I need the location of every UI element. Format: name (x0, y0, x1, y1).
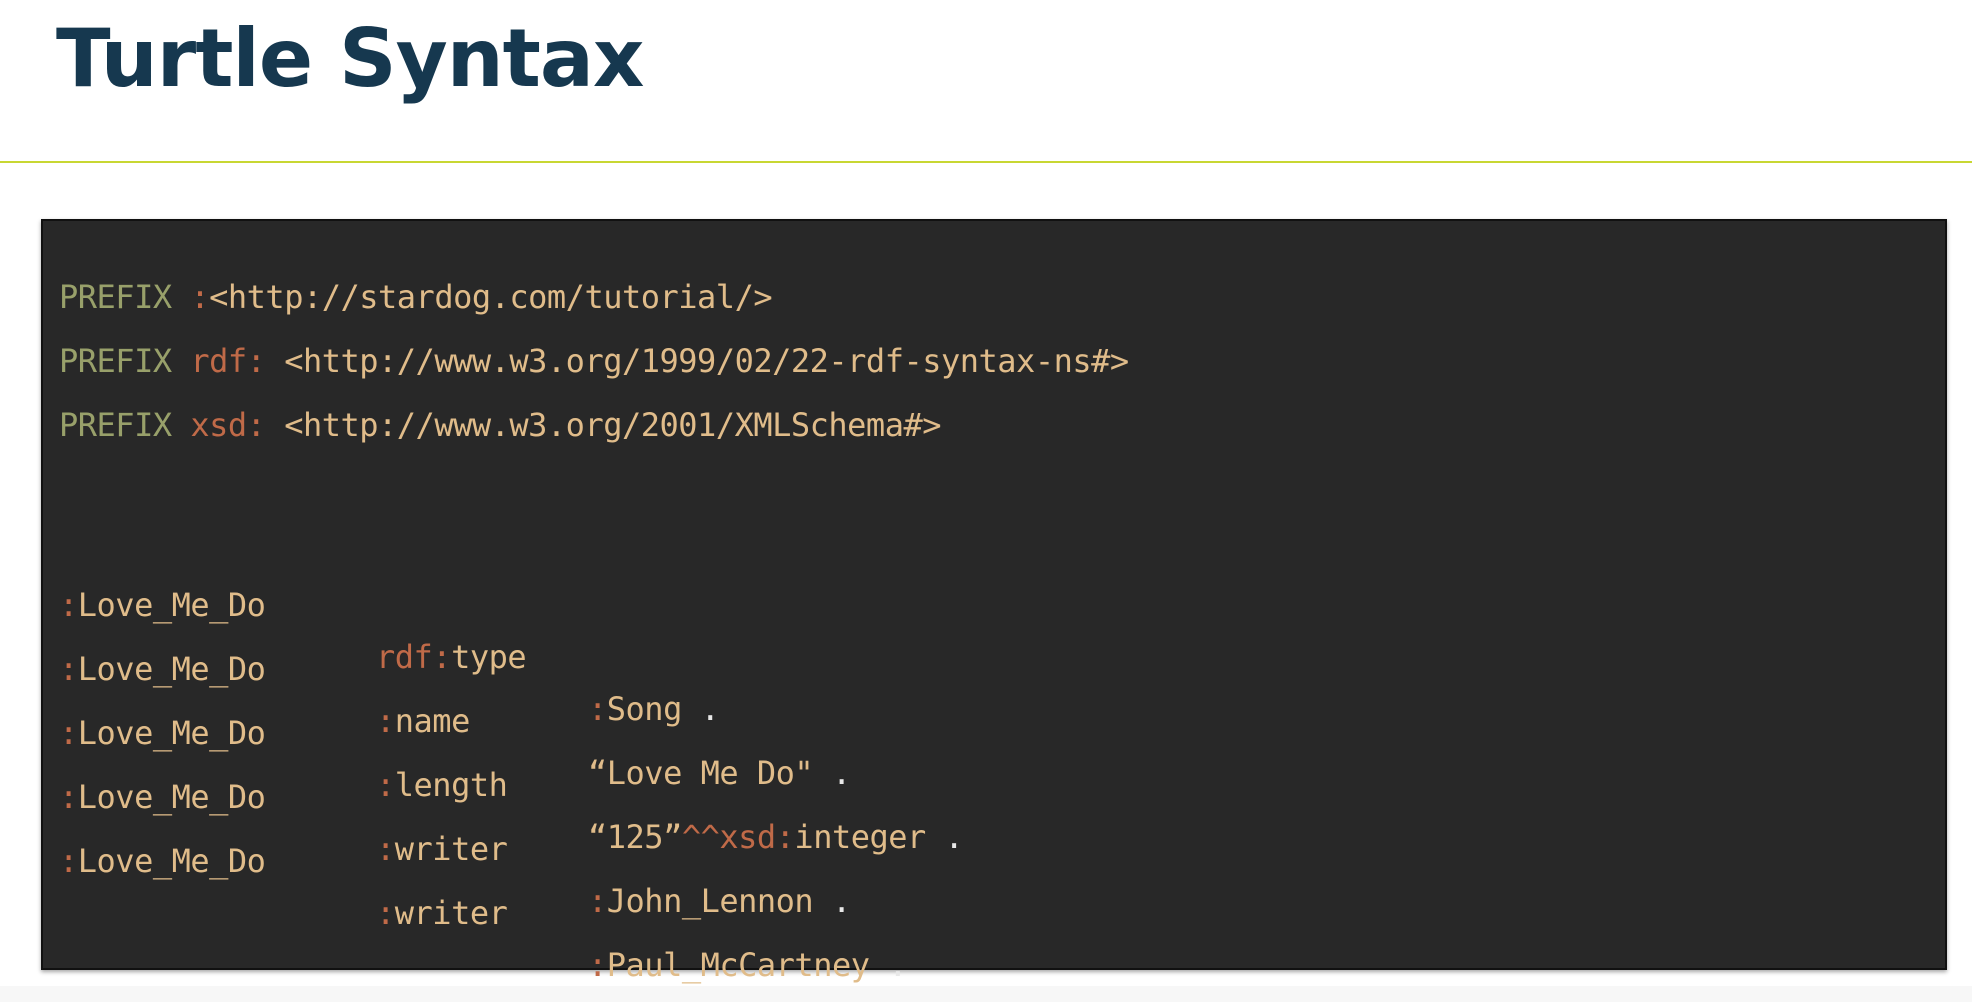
triple-predicate: :writer (376, 894, 508, 932)
slide-title: Turtle Syntax (56, 12, 645, 105)
triple-predicate: :writer (376, 830, 508, 868)
prefix-iri: <http://www.w3.org/2001/XMLSchema#> (284, 406, 941, 444)
title-divider (0, 161, 1972, 163)
code-block: PREFIX :<http://stardog.com/tutorial/> P… (41, 219, 1947, 984)
triple-terminator: . (831, 882, 851, 920)
prefix-line-default: PREFIX :<http://stardog.com/tutorial/> (59, 271, 773, 323)
triple-object: “Love Me Do" . (588, 754, 851, 792)
slide-footer-band (0, 986, 1972, 1002)
prefix-keyword: PREFIX (59, 406, 172, 444)
triple-predicate: :name (376, 702, 470, 740)
triple-object: :John_Lennon . (588, 882, 851, 920)
triple-predicate: rdf:type (376, 638, 527, 676)
triple-terminator: . (831, 754, 851, 792)
triple-object: :Song . (588, 690, 720, 728)
prefix-iri: <http://www.w3.org/1999/02/22-rdf-syntax… (284, 342, 1129, 380)
triple-subject: :Love_Me_Do (59, 842, 266, 880)
prefix-line-xsd: PREFIX xsd: <http://www.w3.org/2001/XMLS… (59, 399, 941, 451)
slide: Turtle Syntax PREFIX :<http://stardog.co… (0, 0, 1972, 1002)
datatype-name: integer (794, 818, 926, 856)
prefix-keyword: PREFIX (59, 342, 172, 380)
prefix-namespace: rdf: (190, 342, 266, 380)
triple-object: “125”^^xsd:integer . (588, 818, 964, 856)
triple-line-length: :Love_Me_Do :length “125”^^xsd:integer . (59, 655, 964, 856)
triple-terminator: . (944, 818, 964, 856)
triple-line-type: :Love_Me_Do rdf:type :Song . (59, 527, 720, 728)
triple-object: :Paul_McCartney . (588, 946, 908, 984)
prefix-iri: <http://stardog.com/tutorial/> (209, 278, 773, 316)
triple-predicate: :length (376, 766, 508, 804)
prefix-namespace: : (190, 278, 210, 316)
triple-terminator: . (700, 690, 720, 728)
prefix-keyword: PREFIX (59, 278, 172, 316)
triple-line-name: :Love_Me_Do :name “Love Me Do" . (59, 591, 851, 792)
prefix-namespace: xsd: (190, 406, 266, 444)
triple-line-writer-mccartney: :Love_Me_Do :writer :Paul_McCartney . (59, 783, 908, 984)
datatype-namespace: ^^xsd: (681, 818, 795, 856)
triple-terminator: . (888, 946, 908, 984)
prefix-line-rdf: PREFIX rdf: <http://www.w3.org/1999/02/2… (59, 335, 1129, 387)
triple-line-writer-lennon: :Love_Me_Do :writer :John_Lennon . (59, 719, 851, 920)
